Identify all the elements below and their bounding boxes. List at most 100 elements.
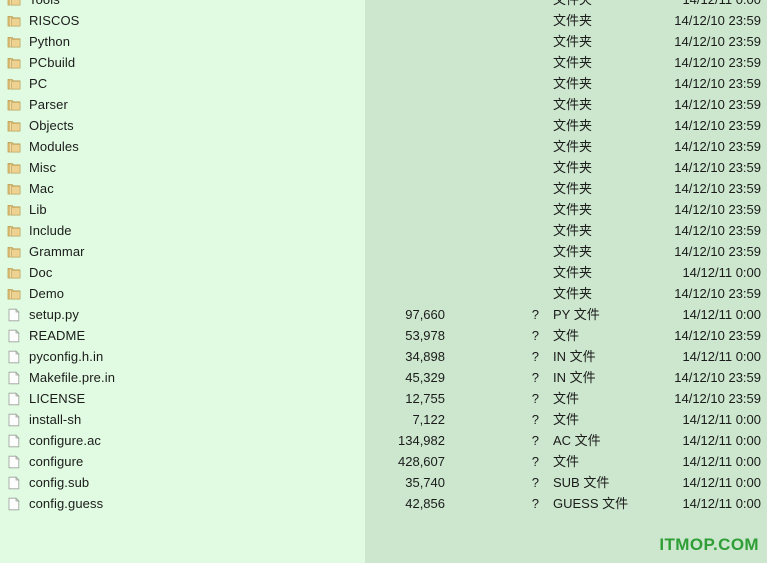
file-list-row[interactable]: Parser 文件夹 14/12/10 23:59 [0,94,767,115]
file-explorer-details-view: Tools 文件夹 14/12/11 0:00 RISCOS 文件夹 14/12/10 2… [0,0,767,563]
file-name-cell[interactable]: Python [7,31,70,52]
file-size-cell [345,262,445,283]
file-date-cell: 14/12/10 23:59 [674,139,761,154]
file-name-cell[interactable]: Makefile.pre.in [7,367,115,388]
file-list-row[interactable]: setup.py 97,660? PY 文件 14/12/11 0:00 [0,304,767,325]
file-list[interactable]: Tools 文件夹 14/12/11 0:00 RISCOS 文件夹 14/12/10 2… [0,0,767,514]
file-type-cell: 文件夹 [553,118,593,133]
file-icon [7,475,21,490]
file-icon [7,433,21,448]
file-list-row[interactable]: Python 文件夹 14/12/10 23:59 [0,31,767,52]
file-name-cell[interactable]: PCbuild [7,52,75,73]
file-type-cell: 文件夹 [553,181,593,196]
file-list-row[interactable]: Tools 文件夹 14/12/11 0:00 [0,0,767,10]
file-name-cell[interactable]: RISCOS [7,10,79,31]
file-type-cell: 文件夹 [553,223,593,238]
file-size-cell [345,10,445,31]
file-name-cell[interactable]: Demo [7,283,64,304]
file-name-cell[interactable]: pyconfig.h.in [7,346,103,367]
file-name-cell[interactable]: setup.py [7,304,79,325]
file-type-cell: 文件 [553,454,580,469]
file-type-cell: 文件夹 [553,286,593,301]
file-type-cell: IN 文件 [553,349,596,364]
file-name-label: Grammar [29,244,85,259]
file-date-cell: 14/12/11 0:00 [682,433,761,448]
file-unknown-cell [525,178,539,199]
file-date-cell: 14/12/10 23:59 [674,13,761,28]
folder-icon [7,224,21,238]
file-list-row[interactable]: PCbuild 文件夹 14/12/10 23:59 [0,52,767,73]
file-list-row[interactable]: config.sub 35,740? SUB 文件 14/12/11 0:00 [0,472,767,493]
file-name-cell[interactable]: configure [7,451,83,472]
file-name-cell[interactable]: Lib [7,199,47,220]
file-type-cell: 文件夹 [553,244,593,259]
file-type-cell: IN 文件 [553,370,596,385]
file-list-row[interactable]: Mac 文件夹 14/12/10 23:59 [0,178,767,199]
file-list-row[interactable]: Lib 文件夹 14/12/10 23:59 [0,199,767,220]
folder-icon [7,161,21,175]
folder-icon [7,35,21,49]
file-unknown-cell: ? [531,475,539,490]
file-name-cell[interactable]: config.sub [7,472,89,493]
file-unknown-cell: ? [531,412,539,427]
file-name-cell[interactable]: install-sh [7,409,81,430]
file-unknown-cell [525,283,539,304]
file-name-label: Doc [29,265,53,280]
file-date-cell: 14/12/10 23:59 [674,97,761,112]
file-name-cell[interactable]: Modules [7,136,79,157]
file-date-cell: 14/12/10 23:59 [674,244,761,259]
file-name-cell[interactable]: Tools [7,0,60,10]
file-date-cell: 14/12/10 23:59 [674,181,761,196]
file-name-cell[interactable]: Misc [7,157,56,178]
file-list-row[interactable]: Modules 文件夹 14/12/10 23:59 [0,136,767,157]
file-list-row[interactable]: config.guess 42,856? GUESS 文件 14/12/11 0:00 [0,493,767,514]
file-size-cell: 97,660 [405,307,445,322]
file-list-row[interactable]: README 53,978? 文件 14/12/10 23:59 [0,325,767,346]
file-list-row[interactable]: Include 文件夹 14/12/10 23:59 [0,220,767,241]
file-list-row[interactable]: RISCOS 文件夹 14/12/10 23:59 [0,10,767,31]
file-name-cell[interactable]: configure.ac [7,430,101,451]
file-name-label: install-sh [29,412,82,427]
file-list-row[interactable]: PC 文件夹 14/12/10 23:59 [0,73,767,94]
file-name-label: Include [29,223,72,238]
file-name-cell[interactable]: LICENSE [7,388,85,409]
file-name-cell[interactable]: Mac [7,178,54,199]
file-size-cell: 7,122 [412,412,445,427]
file-name-label: config.guess [29,496,104,511]
file-date-cell: 14/12/10 23:59 [674,370,761,385]
file-name-cell[interactable]: config.guess [7,493,103,514]
file-list-row[interactable]: Demo 文件夹 14/12/10 23:59 [0,283,767,304]
file-name-cell[interactable]: Include [7,220,72,241]
file-name-label: PC [29,76,48,91]
file-type-cell: 文件夹 [553,160,593,175]
folder-icon [7,77,21,91]
file-list-row[interactable]: install-sh 7,122? 文件 14/12/11 0:00 [0,409,767,430]
file-name-cell[interactable]: Grammar [7,241,85,262]
file-name-cell[interactable]: Doc [7,262,52,283]
file-list-row[interactable]: Makefile.pre.in 45,329? IN 文件 14/12/10 23:5… [0,367,767,388]
file-size-cell [345,199,445,220]
file-name-cell[interactable]: README [7,325,85,346]
file-unknown-cell [525,73,539,94]
file-list-row[interactable]: configure.ac 134,982? AC 文件 14/12/11 0:00 [0,430,767,451]
file-unknown-cell: ? [531,307,539,322]
folder-icon [7,266,21,280]
file-date-cell: 14/12/11 0:00 [682,265,761,280]
file-name-cell[interactable]: Objects [7,115,74,136]
file-size-cell: 428,607 [398,454,445,469]
file-unknown-cell [525,241,539,262]
file-name-cell[interactable]: PC [7,73,47,94]
file-list-row[interactable]: Grammar 文件夹 14/12/10 23:59 [0,241,767,262]
file-name-cell[interactable]: Parser [7,94,68,115]
file-list-row[interactable]: configure 428,607? 文件 14/12/11 0:00 [0,451,767,472]
file-list-row[interactable]: pyconfig.h.in 34,898? IN 文件 14/12/11 0:00 [0,346,767,367]
file-list-row[interactable]: Doc 文件夹 14/12/11 0:00 [0,262,767,283]
file-type-cell: 文件夹 [553,34,593,49]
file-date-cell: 14/12/11 0:00 [682,454,761,469]
file-list-row[interactable]: LICENSE 12,755? 文件 14/12/10 23:59 [0,388,767,409]
file-unknown-cell: ? [531,328,539,343]
file-size-cell [345,73,445,94]
file-name-label: LICENSE [29,391,86,406]
file-list-row[interactable]: Misc 文件夹 14/12/10 23:59 [0,157,767,178]
file-list-row[interactable]: Objects 文件夹 14/12/10 23:59 [0,115,767,136]
